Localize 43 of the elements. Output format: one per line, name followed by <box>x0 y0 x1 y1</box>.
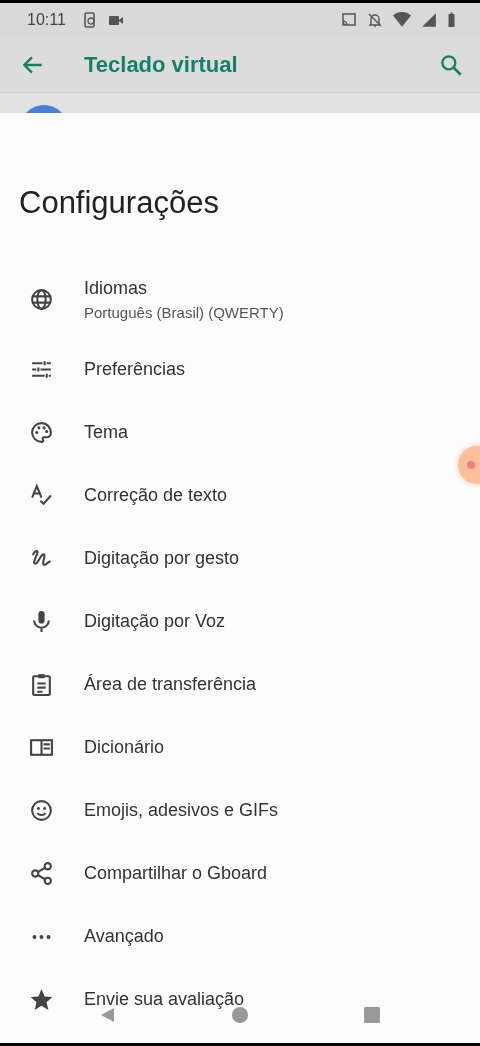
item-title: Idiomas <box>84 277 149 299</box>
settings-item[interactable]: Emojis, adesivos e GIFs <box>0 779 480 842</box>
settings-item[interactable]: Dicionário <box>0 716 480 779</box>
app-bar-title: Teclado virtual <box>84 51 239 78</box>
signal-icon <box>421 12 437 28</box>
clipboard-icon <box>29 672 54 697</box>
settings-heading: Configurações <box>19 184 220 222</box>
item-title: Preferências <box>84 359 186 380</box>
recents-icon[interactable] <box>362 1005 382 1025</box>
settings-item[interactable]: Correção de texto <box>0 464 480 527</box>
item-title: Dicionário <box>84 737 165 758</box>
settings-item[interactable]: Preferências <box>0 338 480 401</box>
settings-item[interactable]: Tema <box>0 401 480 464</box>
item-title: Emojis, adesivos e GIFs <box>84 800 279 821</box>
phone-icon <box>81 12 98 28</box>
item-title: Digitação por Voz <box>84 611 226 632</box>
share-icon <box>29 861 54 886</box>
spellcheck-icon <box>29 483 54 508</box>
item-title: Avançado <box>84 926 164 947</box>
settings-item[interactable]: Compartilhar o Gboard <box>0 842 480 905</box>
star-icon <box>29 987 54 1012</box>
smiley-icon <box>29 798 54 823</box>
bell-off-icon <box>367 12 383 28</box>
settings-item[interactable]: Avançado <box>0 905 480 968</box>
item-title: Envie sua avaliação <box>84 989 245 1010</box>
settings-item[interactable]: Digitação por gesto <box>0 527 480 590</box>
item-title: Área de transferência <box>84 674 257 695</box>
settings-item[interactable]: Envie sua avaliação <box>0 968 480 1031</box>
more-icon <box>31 933 52 940</box>
battery-icon <box>447 12 456 28</box>
status-time: 10:11 <box>27 11 66 29</box>
globe-icon <box>29 286 54 312</box>
wifi-icon <box>393 12 411 28</box>
item-subtitle: Português (Brasil) (QWERTY) <box>84 303 284 321</box>
settings-item[interactable]: Área de transferência <box>0 653 480 716</box>
settings-item[interactable]: Idiomas Português (Brasil) (QWERTY) <box>0 260 480 338</box>
item-title: Tema <box>84 422 128 443</box>
settings-item[interactable]: Digitação por Voz <box>0 590 480 653</box>
cast-icon <box>341 12 357 28</box>
palette-icon <box>29 420 54 445</box>
item-title: Compartilhar o Gboard <box>84 863 268 884</box>
item-title: Correção de texto <box>84 485 228 506</box>
item-title: Digitação por gesto <box>84 548 240 569</box>
